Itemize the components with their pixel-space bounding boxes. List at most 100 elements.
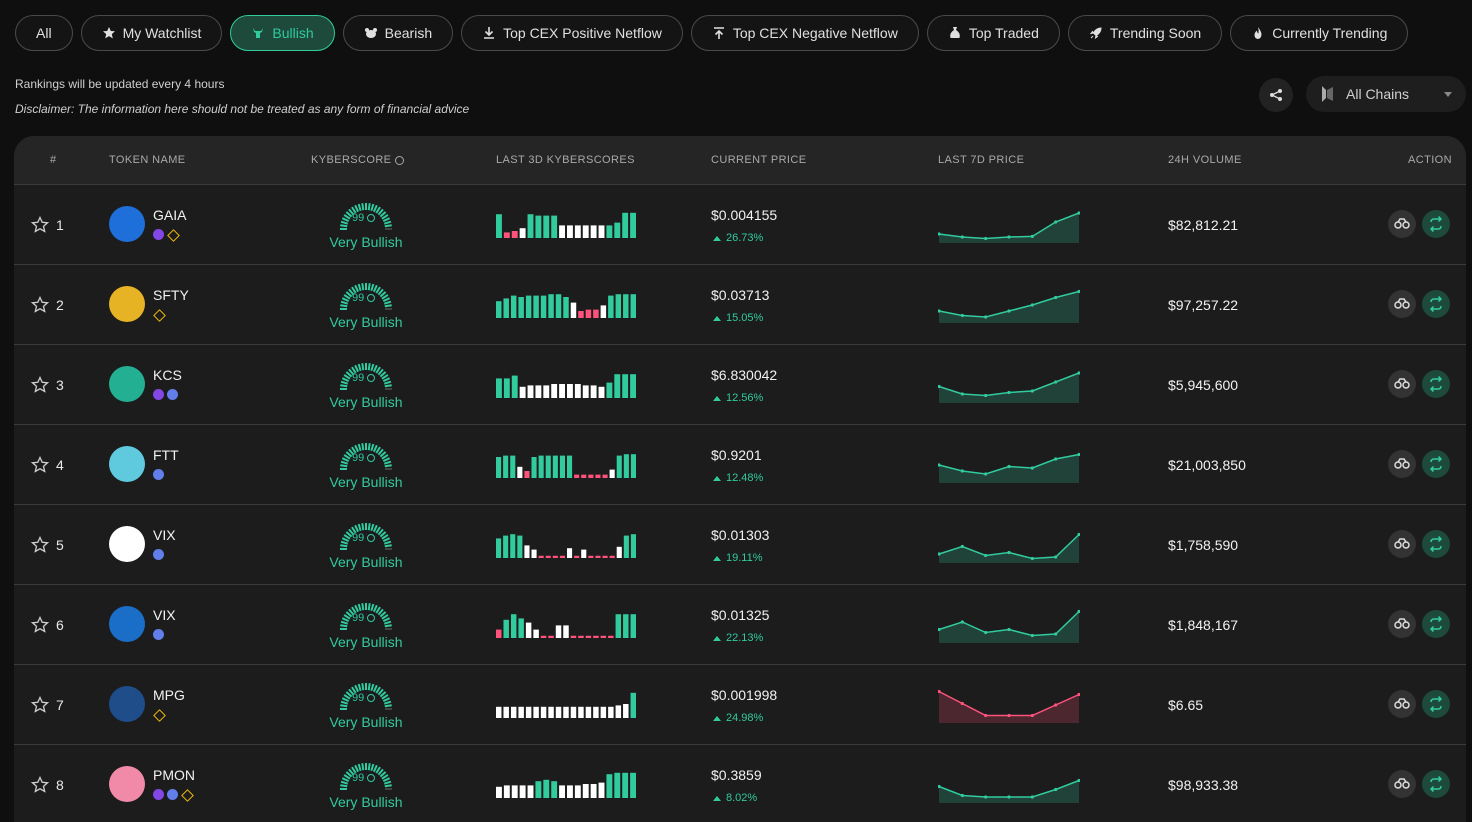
- table-row[interactable]: 7 MPG 99 Very Bullish $0.001998 24.98% $…: [14, 665, 1466, 745]
- swap-button[interactable]: [1422, 290, 1450, 318]
- score-ring-icon: [367, 294, 376, 302]
- kyberscore-bar: [518, 706, 524, 718]
- token-symbol[interactable]: MPG: [153, 687, 185, 703]
- kyberscore-bar: [559, 785, 565, 798]
- swap-button[interactable]: [1422, 450, 1450, 478]
- token-table: # TOKEN NAME KYBERSCORE LAST 3D KYBERSCO…: [14, 136, 1466, 822]
- token-logo: [109, 606, 145, 642]
- rank: 7: [56, 697, 64, 713]
- swap-button[interactable]: [1422, 610, 1450, 638]
- bnb-chain-icon: [167, 229, 178, 240]
- price-change-value: 12.56%: [726, 392, 764, 404]
- swap-button[interactable]: [1422, 690, 1450, 718]
- gauge-tick: [361, 203, 365, 211]
- header-volume: 24H VOLUME: [1168, 154, 1242, 166]
- sparkline-point: [960, 469, 964, 473]
- view-details-button[interactable]: [1388, 450, 1416, 478]
- tab-all[interactable]: All: [15, 15, 73, 51]
- swap-button[interactable]: [1422, 370, 1450, 398]
- kyberscore-bar: [555, 294, 562, 318]
- view-details-button[interactable]: [1388, 610, 1416, 638]
- watchlist-star-icon[interactable]: [31, 776, 49, 794]
- view-details-button[interactable]: [1388, 210, 1416, 238]
- update-note: Rankings will be updated every 4 hours: [15, 77, 225, 91]
- token-symbol[interactable]: KCS: [153, 367, 182, 383]
- sparkline-point: [1054, 555, 1058, 559]
- table-row[interactable]: 1 GAIA 99 Very Bullish $0.004155 26.73% …: [14, 185, 1466, 265]
- watchlist-star-icon[interactable]: [31, 376, 49, 394]
- table-header: # TOKEN NAME KYBERSCORE LAST 3D KYBERSCO…: [14, 136, 1466, 185]
- tab-top-traded[interactable]: Top Traded: [926, 15, 1060, 51]
- view-details-button[interactable]: [1388, 690, 1416, 718]
- gauge-tick: [370, 283, 375, 292]
- current-price: $0.01325: [711, 607, 770, 623]
- tab-my-watchlist[interactable]: My Watchlist: [80, 15, 223, 51]
- table-row[interactable]: 4 FTT 99 Very Bullish $0.9201 12.48% $21…: [14, 425, 1466, 505]
- sparkline-point: [984, 315, 988, 319]
- volume-24h: $1,758,590: [1168, 537, 1239, 553]
- chain-selector[interactable]: All Chains: [1306, 76, 1466, 112]
- kyberscore-bar: [563, 625, 569, 638]
- swap-button[interactable]: [1422, 210, 1450, 238]
- watchlist-star-icon[interactable]: [31, 216, 49, 234]
- tab-bullish[interactable]: Bullish: [230, 15, 335, 51]
- token-symbol[interactable]: PMON: [153, 767, 195, 783]
- watchlist-star-icon[interactable]: [31, 536, 49, 554]
- gauge-tick: [384, 704, 392, 708]
- table-row[interactable]: 5 VIX 99 Very Bullish $0.01303 19.11% $1…: [14, 505, 1466, 585]
- tab-trending-soon[interactable]: Trending Soon: [1067, 15, 1223, 51]
- token-symbol[interactable]: SFTY: [153, 287, 189, 303]
- kyberscore-bar: [540, 635, 547, 638]
- token-symbol[interactable]: VIX: [153, 527, 176, 543]
- view-details-button[interactable]: [1388, 530, 1416, 558]
- share-button[interactable]: [1259, 78, 1293, 112]
- kyberscore-bar: [590, 385, 597, 398]
- table-row[interactable]: 8 PMON 99 Very Bullish $0.3859 8.02% $98…: [14, 745, 1466, 822]
- rank: 5: [56, 537, 64, 553]
- gauge-tick: [340, 780, 349, 785]
- kyberscore-bar: [543, 385, 550, 398]
- token-symbol[interactable]: VIX: [153, 607, 176, 623]
- gauge-tick: [384, 304, 392, 308]
- gauge-tick: [384, 224, 392, 228]
- kyberscore-bar: [585, 706, 592, 718]
- view-details-button[interactable]: [1388, 290, 1416, 318]
- sparkline-point: [960, 620, 964, 624]
- watchlist-star-icon[interactable]: [31, 616, 49, 634]
- info-icon[interactable]: [394, 155, 404, 165]
- tab-bearish[interactable]: Bearish: [342, 15, 454, 51]
- last-3d-kyberscore-bars: [496, 374, 636, 398]
- tab-top-cex-positive-netflow[interactable]: Top CEX Positive Netflow: [461, 15, 683, 51]
- token-logo: [109, 526, 145, 562]
- score-ring-icon: [367, 214, 376, 222]
- token-symbol[interactable]: GAIA: [153, 207, 186, 223]
- swap-button[interactable]: [1422, 530, 1450, 558]
- view-details-button[interactable]: [1388, 370, 1416, 398]
- view-details-button[interactable]: [1388, 770, 1416, 798]
- watchlist-star-icon[interactable]: [31, 456, 49, 474]
- kyberscore-verdict: Very Bullish: [329, 394, 403, 410]
- kyberscore-bar: [510, 455, 516, 478]
- volume-24h: $98,933.38: [1168, 777, 1239, 793]
- swap-button[interactable]: [1422, 770, 1450, 798]
- kyberscore-bar: [511, 375, 518, 398]
- table-row[interactable]: 3 KCS 99 Very Bullish $6.830042 12.56% $…: [14, 345, 1466, 425]
- gauge-tick: [354, 524, 360, 533]
- watchlist-star-icon[interactable]: [31, 296, 49, 314]
- watchlist-star-icon[interactable]: [31, 696, 49, 714]
- table-row[interactable]: 2 SFTY 99 Very Bullish $0.03713 15.05% $…: [14, 265, 1466, 345]
- gauge-tick: [354, 284, 360, 293]
- last-7d-price-sparkline: [938, 778, 1080, 803]
- table-row[interactable]: 6 VIX 99 Very Bullish $0.01325 22.13% $1…: [14, 585, 1466, 665]
- header-action: ACTION: [1408, 154, 1452, 166]
- token-logo: [109, 766, 145, 802]
- sparkline-point: [1030, 633, 1034, 638]
- kyberscore-bar: [574, 384, 581, 398]
- tab-currently-trending[interactable]: Currently Trending: [1230, 15, 1409, 51]
- ethereum-icon: [167, 389, 178, 400]
- kyberscore-bar: [600, 305, 607, 318]
- sparkline-point: [1054, 703, 1058, 707]
- bnb-chain-icon: [153, 709, 164, 720]
- tab-top-cex-negative-netflow[interactable]: Top CEX Negative Netflow: [690, 15, 919, 51]
- token-symbol[interactable]: FTT: [153, 447, 179, 463]
